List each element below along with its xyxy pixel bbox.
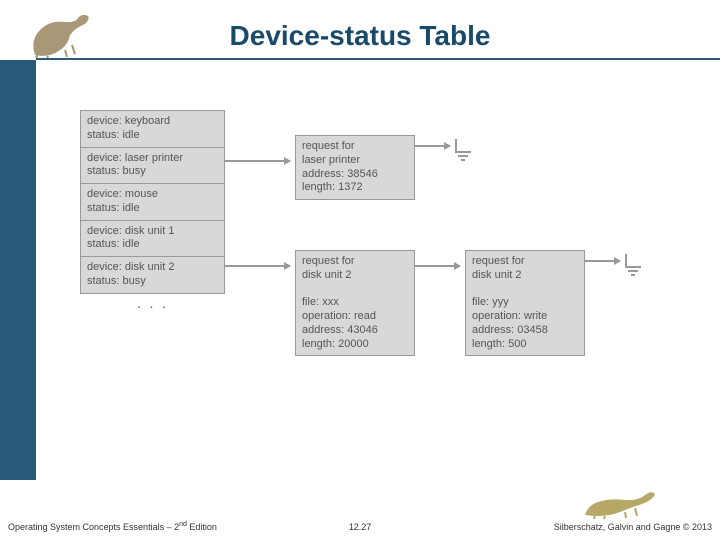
request-length: 20000 xyxy=(338,338,369,350)
label-file: file: xyxy=(472,296,489,308)
footer-copyright: Silberschatz, Galvin and Gagne © 2013 xyxy=(554,522,712,532)
dinosaur-footer-icon xyxy=(580,480,660,520)
label-operation: operation: xyxy=(302,310,351,322)
request-target: disk unit 2 xyxy=(302,269,352,281)
label-device: device: xyxy=(87,152,122,164)
ellipsis-icon: · · · xyxy=(80,294,225,318)
device-entry-disk2: device: disk unit 2 status: busy xyxy=(80,257,225,294)
request-box-disk-1: request for disk unit 2 file: xxx operat… xyxy=(295,250,415,356)
arrow-icon xyxy=(225,160,290,162)
request-address: 38546 xyxy=(347,168,378,180)
device-entry-mouse: device: mouse status: idle xyxy=(80,184,225,221)
label-address: address: xyxy=(302,324,344,336)
header-divider xyxy=(36,58,720,60)
label-status: status: xyxy=(87,275,119,287)
label-length: length: xyxy=(302,181,335,193)
label-status: status: xyxy=(87,165,119,177)
label-status: status: xyxy=(87,129,119,141)
arrow-icon xyxy=(585,260,620,262)
label-length: length: xyxy=(302,338,335,350)
label-file: file: xyxy=(302,296,319,308)
request-target: laser printer xyxy=(302,154,360,166)
request-file: yyy xyxy=(492,296,509,308)
device-status: idle xyxy=(122,238,139,250)
request-target: disk unit 2 xyxy=(472,269,522,281)
label-device: device: xyxy=(87,225,122,237)
request-box-printer: request for laser printer address: 38546… xyxy=(295,135,415,200)
label-device: device: xyxy=(87,261,122,273)
device-entry-keyboard: device: keyboard status: idle xyxy=(80,110,225,148)
device-name: mouse xyxy=(125,188,158,200)
label-address: address: xyxy=(302,168,344,180)
device-table-column: device: keyboard status: idle device: la… xyxy=(80,110,225,318)
left-sidebar xyxy=(0,60,36,480)
label-request: request for xyxy=(302,255,355,267)
arrow-icon xyxy=(415,265,460,267)
request-operation: read xyxy=(354,310,376,322)
label-device: device: xyxy=(87,115,122,127)
device-entry-disk1: device: disk unit 1 status: idle xyxy=(80,221,225,258)
label-status: status: xyxy=(87,202,119,214)
device-name: keyboard xyxy=(125,115,170,127)
label-operation: operation: xyxy=(472,310,521,322)
label-length: length: xyxy=(472,338,505,350)
request-address: 43046 xyxy=(347,324,378,336)
request-length: 500 xyxy=(508,338,526,350)
request-file: xxx xyxy=(322,296,339,308)
ground-terminator-icon xyxy=(625,260,643,278)
label-device: device: xyxy=(87,188,122,200)
device-status: idle xyxy=(122,202,139,214)
device-name: disk unit 1 xyxy=(125,225,175,237)
device-status: busy xyxy=(122,165,145,177)
device-status: idle xyxy=(122,129,139,141)
slide-header: Device-status Table xyxy=(0,10,720,52)
arrow-icon xyxy=(415,145,450,147)
device-status: busy xyxy=(122,275,145,287)
request-box-disk-2: request for disk unit 2 file: yyy operat… xyxy=(465,250,585,356)
device-name: laser printer xyxy=(125,152,183,164)
label-request: request for xyxy=(302,140,355,152)
label-request: request for xyxy=(472,255,525,267)
dinosaur-logo-icon xyxy=(20,10,100,60)
request-length: 1372 xyxy=(338,181,362,193)
request-operation: write xyxy=(524,310,547,322)
label-address: address: xyxy=(472,324,514,336)
device-entry-printer: device: laser printer status: busy xyxy=(80,148,225,185)
request-address: 03458 xyxy=(517,324,548,336)
device-name: disk unit 2 xyxy=(125,261,175,273)
arrow-icon xyxy=(225,265,290,267)
ground-terminator-icon xyxy=(455,145,473,163)
slide-title: Device-status Table xyxy=(0,10,720,52)
label-status: status: xyxy=(87,238,119,250)
